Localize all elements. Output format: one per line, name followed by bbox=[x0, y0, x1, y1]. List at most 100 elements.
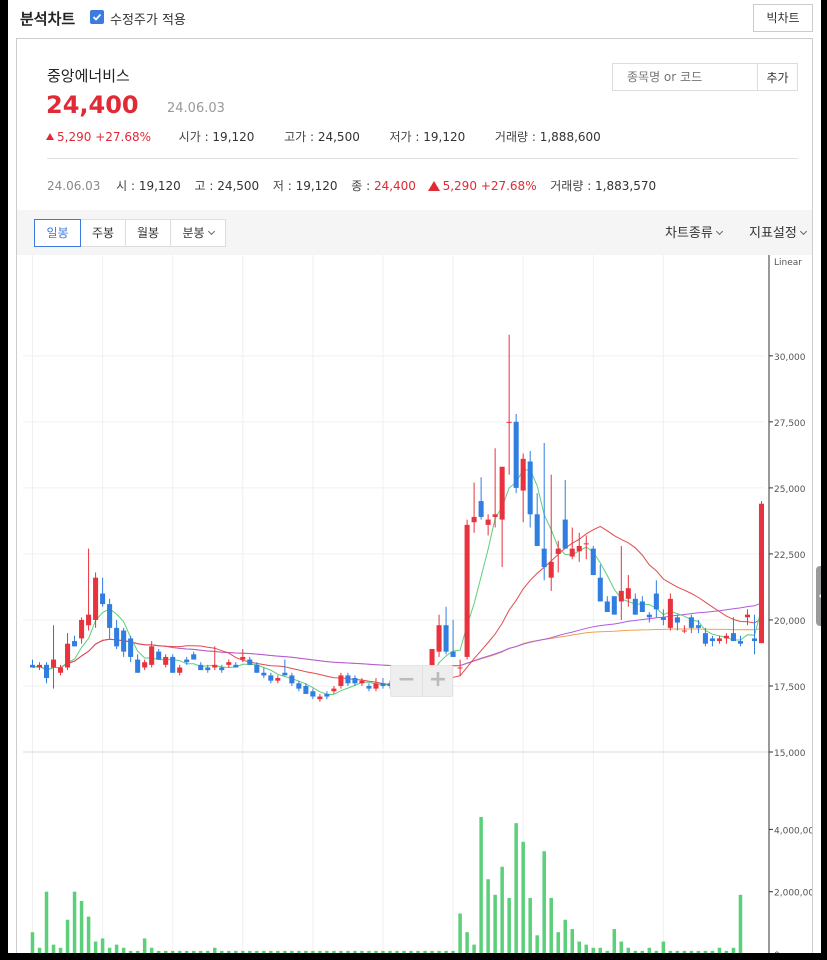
candle-body bbox=[485, 519, 491, 525]
change-amount: 5,290 bbox=[57, 130, 92, 144]
chevron-down-icon bbox=[207, 227, 215, 236]
volume-bar bbox=[619, 941, 624, 953]
candle-body bbox=[723, 635, 729, 639]
volume-bar bbox=[198, 950, 203, 953]
candle-body bbox=[212, 664, 218, 668]
zoom-in-button[interactable]: + bbox=[422, 666, 453, 696]
volume-bar bbox=[409, 950, 413, 953]
candle-body bbox=[240, 656, 246, 660]
volume-bar bbox=[107, 947, 112, 953]
stock-search-input[interactable] bbox=[612, 63, 758, 91]
side-panel-handle[interactable] bbox=[816, 566, 821, 626]
candle-body bbox=[198, 664, 204, 671]
candle-body bbox=[121, 630, 127, 652]
stock-name: 중앙에너비스 bbox=[47, 67, 130, 85]
volume-bar bbox=[325, 950, 329, 953]
candle-body bbox=[695, 625, 701, 628]
ohlc-close-label: 종 bbox=[351, 179, 363, 193]
ma120-line bbox=[32, 628, 762, 671]
indicator-settings-dropdown[interactable]: 지표설정 bbox=[749, 222, 807, 241]
volume-bar bbox=[142, 938, 147, 953]
volume-bar bbox=[458, 913, 462, 953]
candle-body bbox=[114, 627, 120, 647]
high-label: 고가 bbox=[284, 130, 307, 144]
price-chart[interactable]: Linear 30,000 27,500 25,000 22,500 20,000 17,5… bbox=[17, 255, 812, 953]
candle-body bbox=[478, 501, 484, 517]
candle-body bbox=[317, 696, 323, 700]
candle-body bbox=[625, 588, 631, 599]
volume-bar bbox=[220, 950, 224, 953]
volume-bar bbox=[276, 950, 280, 953]
tab-minute[interactable]: 분봉 bbox=[170, 219, 226, 247]
chevron-left-icon bbox=[819, 591, 821, 601]
chevron-down-icon bbox=[799, 227, 807, 236]
volume-bar bbox=[605, 950, 610, 953]
candle-body bbox=[471, 516, 477, 523]
candle-body bbox=[555, 548, 561, 554]
candle-body bbox=[709, 638, 715, 642]
candle-body bbox=[464, 524, 470, 657]
candle-body bbox=[296, 683, 302, 689]
tab-daily[interactable]: 일봉 bbox=[34, 219, 81, 247]
candle-body bbox=[436, 625, 442, 652]
volume-bar bbox=[486, 879, 490, 953]
candle-body bbox=[142, 662, 148, 668]
add-stock-button[interactable]: 추가 bbox=[758, 63, 798, 91]
volume-bar bbox=[465, 932, 469, 953]
volume-value: 1,888,600 bbox=[539, 130, 601, 144]
volume-bar bbox=[528, 897, 532, 953]
divider bbox=[47, 158, 798, 159]
zoom-out-button[interactable]: − bbox=[391, 666, 422, 696]
volume-bar bbox=[500, 866, 504, 953]
tab-monthly[interactable]: 월봉 bbox=[125, 219, 171, 247]
candle-body bbox=[219, 667, 225, 671]
candle-body bbox=[72, 641, 78, 647]
candle-body bbox=[667, 598, 673, 628]
candle-body bbox=[562, 519, 568, 549]
candle-body bbox=[457, 667, 463, 669]
volume-bar bbox=[710, 950, 715, 953]
current-price: 24,400 bbox=[46, 91, 139, 119]
volume-bar bbox=[297, 950, 301, 953]
candle-body bbox=[65, 643, 71, 668]
ohlc-volume: 1,883,570 bbox=[595, 179, 657, 193]
volume-bar bbox=[731, 947, 736, 953]
volume-bar bbox=[128, 950, 133, 953]
top-bar: 분석차트 수정주가 적용 빅차트 bbox=[8, 0, 821, 36]
adjusted-price-checkbox[interactable] bbox=[90, 10, 104, 24]
candle-body bbox=[758, 503, 765, 644]
ma60-line bbox=[32, 602, 762, 671]
open-label: 시가 bbox=[178, 130, 201, 144]
candle-body bbox=[534, 514, 540, 546]
candle-body bbox=[233, 664, 239, 668]
volume-bar bbox=[79, 901, 84, 953]
candle-body bbox=[338, 675, 344, 686]
candle-body bbox=[275, 678, 281, 681]
volume-bar bbox=[290, 950, 294, 953]
volume-bar bbox=[507, 897, 511, 953]
candle-body bbox=[226, 662, 232, 665]
adjusted-price-label[interactable]: 수정주가 적용 bbox=[110, 9, 186, 28]
volume-bar bbox=[598, 947, 603, 953]
candle-body bbox=[303, 685, 309, 694]
volume-bar bbox=[640, 950, 645, 953]
volume-tick-label: 4,000,000 bbox=[774, 826, 812, 836]
volume-bar bbox=[332, 950, 336, 953]
app-title: 분석차트 bbox=[20, 10, 76, 28]
big-chart-button[interactable]: 빅차트 bbox=[753, 4, 813, 32]
volume-bar bbox=[724, 950, 729, 953]
volume-bar bbox=[213, 947, 217, 953]
price-tick-label: 22,500 bbox=[774, 551, 806, 561]
volume-bar bbox=[738, 894, 743, 953]
candle-body bbox=[107, 604, 113, 628]
tab-weekly[interactable]: 주봉 bbox=[80, 219, 126, 247]
ohlc-up-arrow-icon bbox=[427, 181, 440, 191]
chart-type-label: 차트종류 bbox=[665, 226, 713, 241]
candle-body bbox=[44, 664, 50, 679]
volume-bar bbox=[311, 950, 315, 953]
candle-body bbox=[499, 466, 505, 520]
chart-type-dropdown[interactable]: 차트종류 bbox=[665, 222, 723, 241]
candle-body bbox=[191, 654, 197, 660]
candle-body bbox=[261, 672, 267, 676]
volume-bar bbox=[563, 919, 567, 953]
